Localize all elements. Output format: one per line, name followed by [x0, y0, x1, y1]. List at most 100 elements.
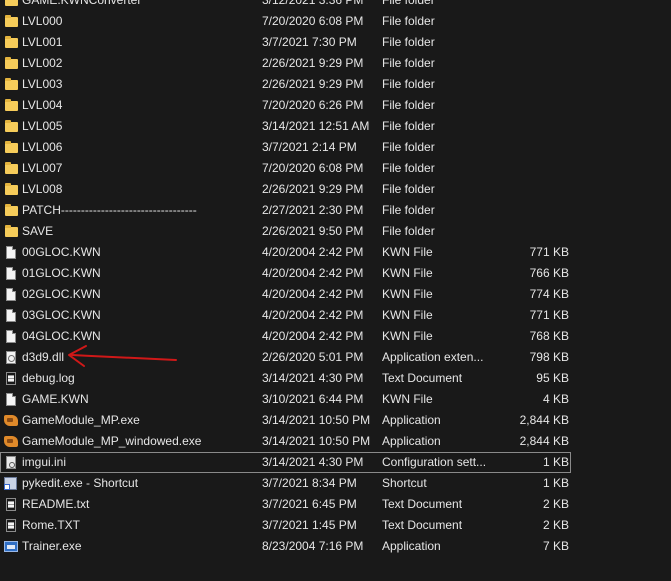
- file-type: File folder: [382, 35, 435, 49]
- file-type: Application: [382, 434, 441, 448]
- file-date-modified: 7/20/2020 6:08 PM: [262, 161, 364, 175]
- file-date-modified: 4/20/2004 2:42 PM: [262, 266, 364, 280]
- file-type: File folder: [382, 77, 435, 91]
- file-name: LVL005: [22, 119, 63, 133]
- file-row[interactable]: PATCH---------------------------------- 2…: [0, 200, 671, 221]
- file-row[interactable]: 02GLOC.KWN 4/20/2004 2:42 PM KWN File 774 K…: [0, 284, 671, 305]
- file-row[interactable]: GameModule_MP.exe 3/14/2021 10:50 PM Appli…: [0, 410, 671, 431]
- file-name: imgui.ini: [22, 455, 67, 469]
- file-row[interactable]: Rome.TXT 3/7/2021 1:45 PM Text Document 2 K…: [0, 515, 671, 536]
- file-name: README.txt: [22, 497, 90, 511]
- file-type: Application: [382, 539, 441, 553]
- file-type: File folder: [382, 161, 435, 175]
- file-row[interactable]: pykedit.exe - Shortcut 3/7/2021 8:34 PM Sh…: [0, 473, 671, 494]
- folder-icon: [3, 0, 19, 8]
- file-name: pykedit.exe - Shortcut: [22, 476, 139, 490]
- file-type: Shortcut: [382, 476, 427, 490]
- file-row[interactable]: LVL004 7/20/2020 6:26 PM File folder: [0, 95, 671, 116]
- file-type: KWN File: [382, 266, 433, 280]
- file-date-modified: 3/7/2021 1:45 PM: [262, 518, 357, 532]
- file-date-modified: 3/7/2021 2:14 PM: [262, 140, 357, 154]
- file-name: LVL000: [22, 14, 63, 28]
- file-type: Text Document: [382, 371, 463, 385]
- file-date-modified: 8/23/2004 7:16 PM: [262, 539, 364, 553]
- file-name: GameModule_MP.exe: [22, 413, 140, 427]
- file-type: File folder: [382, 140, 435, 154]
- shortcut-icon: [3, 476, 19, 491]
- file-row[interactable]: LVL008 2/26/2021 9:29 PM File folder: [0, 179, 671, 200]
- file-date-modified: 3/7/2021 7:30 PM: [262, 35, 357, 49]
- file-name: LVL001: [22, 35, 63, 49]
- file-icon: [3, 308, 19, 323]
- folder-icon: [3, 182, 19, 197]
- file-row[interactable]: LVL005 3/14/2021 12:51 AM File folder: [0, 116, 671, 137]
- file-name: GameModule_MP_windowed.exe: [22, 434, 202, 448]
- file-icon: [3, 287, 19, 302]
- folder-icon: [3, 224, 19, 239]
- file-type: KWN File: [382, 287, 433, 301]
- file-name: PATCH----------------------------------: [22, 203, 197, 217]
- file-type: KWN File: [382, 308, 433, 322]
- app-window-icon: [3, 539, 19, 554]
- file-date-modified: 3/10/2021 6:44 PM: [262, 392, 364, 406]
- file-date-modified: 3/7/2021 6:45 PM: [262, 497, 357, 511]
- file-name: 03GLOC.KWN: [22, 308, 101, 322]
- file-row[interactable]: LVL000 7/20/2020 6:08 PM File folder: [0, 11, 671, 32]
- file-name: Trainer.exe: [22, 539, 82, 553]
- file-size: 4 KB: [542, 392, 569, 406]
- ini-icon: [3, 455, 19, 470]
- file-row[interactable]: GameModule_MP_windowed.exe 3/14/2021 10:5…: [0, 431, 671, 452]
- file-name: 00GLOC.KWN: [22, 245, 101, 259]
- file-date-modified: 3/14/2021 4:30 PM: [262, 455, 364, 469]
- file-date-modified: 3/14/2021 10:50 PM: [262, 413, 371, 427]
- file-size: 2,844 KB: [519, 413, 569, 427]
- file-row[interactable]: Trainer.exe 8/23/2004 7:16 PM Application 7…: [0, 536, 671, 557]
- file-name: 02GLOC.KWN: [22, 287, 101, 301]
- file-row[interactable]: 01GLOC.KWN 4/20/2004 2:42 PM KWN File 766 K…: [0, 263, 671, 284]
- file-name: GAME.KWN: [22, 392, 89, 406]
- file-size: 798 KB: [529, 350, 569, 364]
- file-date-modified: 2/26/2020 5:01 PM: [262, 350, 364, 364]
- file-row[interactable]: 04GLOC.KWN 4/20/2004 2:42 PM KWN File 768 K…: [0, 326, 671, 347]
- file-row[interactable]: LVL001 3/7/2021 7:30 PM File folder: [0, 32, 671, 53]
- file-row[interactable]: 00GLOC.KWN 4/20/2004 2:42 PM KWN File 771 K…: [0, 242, 671, 263]
- file-row[interactable]: LVL003 2/26/2021 9:29 PM File folder: [0, 74, 671, 95]
- file-row[interactable]: LVL007 7/20/2020 6:08 PM File folder: [0, 158, 671, 179]
- file-date-modified: 4/20/2004 2:42 PM: [262, 287, 364, 301]
- file-size: 766 KB: [529, 266, 569, 280]
- file-name: GAME.KWNConverter: [22, 0, 142, 7]
- file-date-modified: 7/20/2020 6:08 PM: [262, 14, 364, 28]
- file-row[interactable]: d3d9.dll 2/26/2020 5:01 PM Application ext…: [0, 347, 671, 368]
- file-name: LVL008: [22, 182, 63, 196]
- text-file-icon: [3, 497, 19, 512]
- folder-icon: [3, 161, 19, 176]
- file-row[interactable]: imgui.ini 3/14/2021 4:30 PM Configuration …: [0, 452, 571, 473]
- file-row[interactable]: LVL002 2/26/2021 9:29 PM File folder: [0, 53, 671, 74]
- file-type: KWN File: [382, 392, 433, 406]
- file-name: LVL007: [22, 161, 63, 175]
- file-date-modified: 2/26/2021 9:29 PM: [262, 56, 364, 70]
- file-row[interactable]: GAME.KWN 3/10/2021 6:44 PM KWN File 4 KB: [0, 389, 671, 410]
- file-name: 01GLOC.KWN: [22, 266, 101, 280]
- folder-icon: [3, 98, 19, 113]
- file-row[interactable]: LVL006 3/7/2021 2:14 PM File folder: [0, 137, 671, 158]
- folder-icon: [3, 203, 19, 218]
- file-type: File folder: [382, 203, 435, 217]
- file-date-modified: 4/20/2004 2:42 PM: [262, 245, 364, 259]
- file-size: 771 KB: [529, 245, 569, 259]
- file-name: Rome.TXT: [22, 518, 81, 532]
- file-date-modified: 4/20/2004 2:42 PM: [262, 308, 364, 322]
- file-name: LVL003: [22, 77, 63, 91]
- file-name: debug.log: [22, 371, 75, 385]
- folder-icon: [3, 14, 19, 29]
- file-row[interactable]: GAME.KWNConverter 3/12/2021 3:36 PM File f…: [0, 0, 671, 11]
- file-row[interactable]: README.txt 3/7/2021 6:45 PM Text Document 2…: [0, 494, 671, 515]
- file-row[interactable]: debug.log 3/14/2021 4:30 PM Text Document 9…: [0, 368, 671, 389]
- file-date-modified: 2/26/2021 9:50 PM: [262, 224, 364, 238]
- file-row[interactable]: SAVE 2/26/2021 9:50 PM File folder: [0, 221, 671, 242]
- file-row[interactable]: 03GLOC.KWN 4/20/2004 2:42 PM KWN File 771 K…: [0, 305, 671, 326]
- file-list: GAME.KWNConverter 3/12/2021 3:36 PM File f…: [0, 0, 671, 557]
- file-name: LVL002: [22, 56, 63, 70]
- file-name: 04GLOC.KWN: [22, 329, 101, 343]
- file-size: 2 KB: [542, 497, 569, 511]
